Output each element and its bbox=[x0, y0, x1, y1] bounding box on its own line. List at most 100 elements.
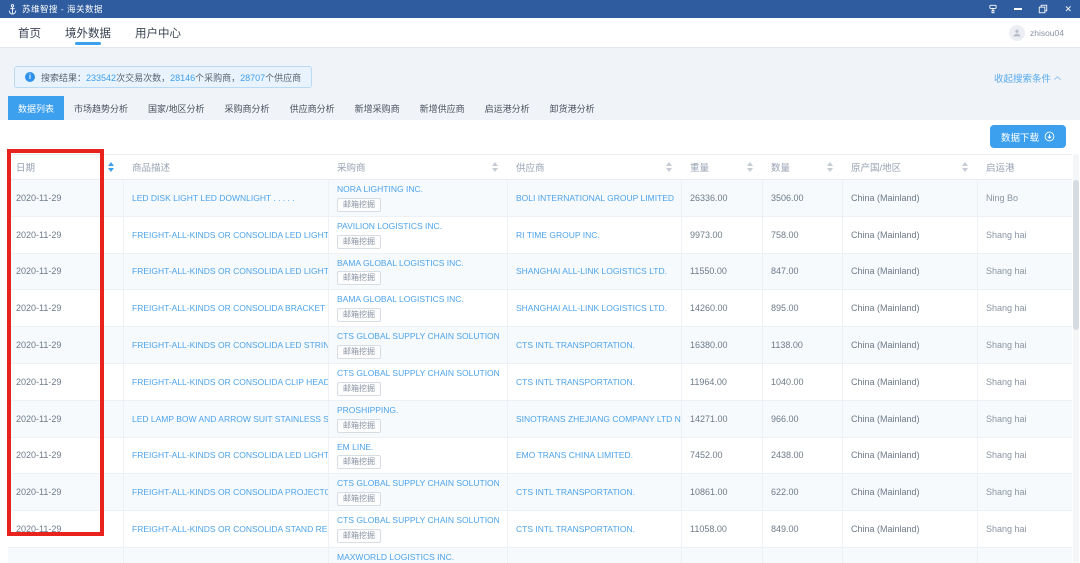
minimize-button[interactable] bbox=[1014, 8, 1023, 10]
cell-desc[interactable]: FREIGHT-ALL-KINDS OR CONSOLIDA LED LIGHT… bbox=[124, 253, 329, 290]
email-mining-tag[interactable]: 邮箱挖掘 bbox=[337, 234, 381, 249]
tab-3[interactable]: 采购商分析 bbox=[215, 96, 280, 120]
buyer-name-link[interactable]: CTS GLOBAL SUPPLY CHAIN SOLUTIONS. bbox=[337, 331, 499, 342]
tab-1[interactable]: 市场趋势分析 bbox=[64, 96, 138, 120]
column-header-5[interactable]: 数量 bbox=[763, 155, 843, 179]
close-button[interactable]: ✕ bbox=[1064, 0, 1072, 18]
buyer-name-link[interactable]: BAMA GLOBAL LOGISTICS INC. bbox=[337, 258, 464, 269]
vertical-scrollbar[interactable] bbox=[1073, 154, 1079, 563]
tab-7[interactable]: 启运港分析 bbox=[475, 96, 540, 120]
cell-supplier[interactable]: BOLI INTERNATIONAL GROUP LIMITED bbox=[508, 180, 682, 216]
cell-desc[interactable]: FREIGHT-ALL-KINDS OR CONSOLIDA STAND REP… bbox=[124, 511, 329, 547]
cell-supplier[interactable]: CTS INTL TRANSPORTATION. bbox=[508, 363, 682, 400]
email-mining-tag[interactable]: 邮箱挖掘 bbox=[337, 418, 381, 433]
email-mining-tag[interactable]: 邮箱挖掘 bbox=[337, 271, 381, 286]
cell-port: Shang hai bbox=[986, 450, 1027, 461]
cell-buyer[interactable]: BAMA GLOBAL LOGISTICS INC. 邮箱挖掘 bbox=[329, 290, 508, 327]
cell-buyer[interactable]: MAXWORLD LOGISTICS INC.邮箱挖掘 bbox=[329, 547, 508, 563]
sort-arrows-icon[interactable] bbox=[666, 162, 672, 172]
cell-date: 2020-11-29 bbox=[8, 216, 124, 253]
scrollbar-thumb[interactable] bbox=[1073, 180, 1079, 330]
trade-count: 233542 bbox=[86, 72, 117, 83]
cell-date: 2020-11-29 bbox=[8, 327, 124, 363]
buyer-name-link[interactable]: CTS GLOBAL SUPPLY CHAIN SOLUTIONS. bbox=[337, 478, 499, 489]
email-mining-tag[interactable]: 邮箱挖掘 bbox=[337, 197, 381, 212]
tab-4[interactable]: 供应商分析 bbox=[280, 96, 345, 120]
cell-supplier[interactable]: CTS INTL TRANSPORTATION. bbox=[508, 511, 682, 547]
cell-buyer[interactable]: NORA LIGHTING INC. 邮箱挖掘 bbox=[329, 180, 508, 216]
tab-2[interactable]: 国家/地区分析 bbox=[138, 96, 215, 120]
cell-buyer[interactable]: CTS GLOBAL SUPPLY CHAIN SOLUTIONS. 邮箱挖掘 bbox=[329, 363, 508, 400]
buyer-name-link[interactable]: CTS GLOBAL SUPPLY CHAIN SOLUTIONS. bbox=[337, 515, 499, 526]
buyer-name-link[interactable]: NORA LIGHTING INC. bbox=[337, 184, 423, 195]
cell-buyer[interactable]: CTS GLOBAL SUPPLY CHAIN SOLUTIONS. 邮箱挖掘 bbox=[329, 511, 508, 547]
cell-desc[interactable]: FREIGHT-ALL-KINDS OR CONSOLIDA LED LIGHT… bbox=[124, 216, 329, 253]
cell-desc[interactable]: LED DISK LIGHT LED DOWNLIGHT . . . . . bbox=[124, 180, 329, 216]
cell-qty: 966.00 bbox=[763, 400, 843, 437]
theme-brush-icon[interactable] bbox=[988, 4, 998, 14]
data-download-button[interactable]: 数据下载 bbox=[989, 125, 1066, 148]
cell-buyer[interactable]: CTS GLOBAL SUPPLY CHAIN SOLUTIONS. 邮箱挖掘 bbox=[329, 327, 508, 363]
tab-0[interactable]: 数据列表 bbox=[8, 96, 65, 120]
cell-supplier[interactable]: CTS INTL TRANSPORTATION. bbox=[508, 474, 682, 511]
email-mining-tag[interactable]: 邮箱挖掘 bbox=[337, 308, 381, 323]
cell-desc[interactable]: FREIGHT-ALL-KINDS OR CONSOLIDA PROJECTOR… bbox=[124, 474, 329, 511]
sort-arrows-icon[interactable] bbox=[108, 162, 114, 172]
cell-qty: 622.00 bbox=[763, 474, 843, 511]
table-row: 2020-11-29 LED LAMP BOW AND ARROW SUIT ST… bbox=[8, 400, 1072, 438]
column-header-4[interactable]: 重量 bbox=[682, 155, 763, 179]
cell-desc[interactable]: LED LAMP BOW AND ARROW SUIT STAINLESS ST… bbox=[124, 400, 329, 437]
main-navbar: 首页 境外数据 用户中心 zhisou04 bbox=[0, 18, 1080, 48]
buyer-name-link[interactable]: PAVILION LOGISTICS INC. bbox=[337, 221, 442, 232]
cell-supplier[interactable]: SINOTRANS ZHEJIANG COMPANY LTD NING bbox=[508, 400, 682, 437]
sort-arrows-icon[interactable] bbox=[747, 162, 753, 172]
email-mining-tag[interactable]: 邮箱挖掘 bbox=[337, 528, 381, 543]
cell-buyer[interactable]: CTS GLOBAL SUPPLY CHAIN SOLUTIONS. 邮箱挖掘 bbox=[329, 474, 508, 511]
window-titlebar: 苏维智搜 - 海关数据 ✕ bbox=[0, 0, 1080, 18]
column-header-6[interactable]: 原产国/地区 bbox=[843, 155, 978, 179]
buyer-name-link[interactable]: PROSHIPPING. bbox=[337, 405, 398, 416]
buyer-name-link[interactable]: BAMA GLOBAL LOGISTICS INC. bbox=[337, 294, 464, 305]
tab-6[interactable]: 新增供应商 bbox=[410, 96, 475, 120]
cell-port: Shang hai bbox=[986, 266, 1027, 277]
email-mining-tag[interactable]: 邮箱挖掘 bbox=[337, 492, 381, 507]
buyer-name-link[interactable]: MAXWORLD LOGISTICS INC. bbox=[337, 552, 454, 563]
sort-arrows-icon[interactable] bbox=[492, 162, 498, 172]
nav-item-0[interactable]: 首页 bbox=[18, 18, 41, 47]
tab-5[interactable]: 新增采购商 bbox=[345, 96, 410, 120]
sort-arrows-icon[interactable] bbox=[962, 162, 968, 172]
cell-buyer[interactable]: EM LINE. 邮箱挖掘 bbox=[329, 437, 508, 474]
column-header-3[interactable]: 供应商 bbox=[508, 155, 682, 179]
user-menu[interactable]: zhisou04 bbox=[1008, 24, 1064, 41]
cell-supplier[interactable]: RI TIME GROUP INC. bbox=[508, 216, 682, 253]
cell-supplier[interactable]: CTS INTL TRANSPORTATION. bbox=[508, 327, 682, 363]
nav-item-1[interactable]: 境外数据 bbox=[65, 18, 111, 47]
cell-buyer[interactable]: BAMA GLOBAL LOGISTICS INC. 邮箱挖掘 bbox=[329, 253, 508, 290]
cell-buyer[interactable]: PAVILION LOGISTICS INC. 邮箱挖掘 bbox=[329, 216, 508, 253]
sort-arrows-icon[interactable] bbox=[827, 162, 833, 172]
cell-supplier[interactable]: SHANGHAI ALL-LINK LOGISTICS LTD. bbox=[508, 290, 682, 327]
email-mining-tag[interactable]: 邮箱挖掘 bbox=[337, 344, 381, 359]
buyer-name-link[interactable]: EM LINE. bbox=[337, 442, 373, 453]
restore-button[interactable] bbox=[1038, 4, 1048, 14]
column-header-2[interactable]: 采购商 bbox=[329, 155, 508, 179]
cell-supplier[interactable]: EMO TRANS CHINA LIMITED. bbox=[508, 437, 682, 474]
buyer-name-link[interactable]: CTS GLOBAL SUPPLY CHAIN SOLUTIONS. bbox=[337, 368, 499, 379]
email-mining-tag[interactable]: 邮箱挖掘 bbox=[337, 455, 381, 470]
tab-8[interactable]: 卸货港分析 bbox=[540, 96, 605, 120]
cell-desc[interactable]: FREIGHT-ALL-KINDS OR CONSOLIDA BRACKET L… bbox=[124, 290, 329, 327]
user-avatar bbox=[1008, 24, 1025, 41]
email-mining-tag[interactable]: 邮箱挖掘 bbox=[337, 381, 381, 396]
column-label: 数量 bbox=[771, 163, 791, 174]
cell-desc[interactable] bbox=[124, 547, 329, 563]
cell-supplier[interactable] bbox=[508, 547, 682, 563]
column-header-0[interactable]: 日期 bbox=[8, 155, 124, 179]
cell-desc[interactable]: FREIGHT-ALL-KINDS OR CONSOLIDA LED STRIN… bbox=[124, 327, 329, 363]
nav-item-2[interactable]: 用户中心 bbox=[135, 18, 181, 47]
cell-desc[interactable]: FREIGHT-ALL-KINDS OR CONSOLIDA CLIP HEAD… bbox=[124, 363, 329, 400]
table-row: 2020-11-29 FREIGHT-ALL-KINDS OR CONSOLIDA… bbox=[8, 216, 1072, 254]
cell-desc[interactable]: FREIGHT-ALL-KINDS OR CONSOLIDA LED LIGHT… bbox=[124, 437, 329, 474]
cell-buyer[interactable]: PROSHIPPING. 邮箱挖掘 bbox=[329, 400, 508, 437]
collapse-search-link[interactable]: 收起搜索条件 bbox=[994, 71, 1062, 85]
cell-supplier[interactable]: SHANGHAI ALL-LINK LOGISTICS LTD. bbox=[508, 253, 682, 290]
